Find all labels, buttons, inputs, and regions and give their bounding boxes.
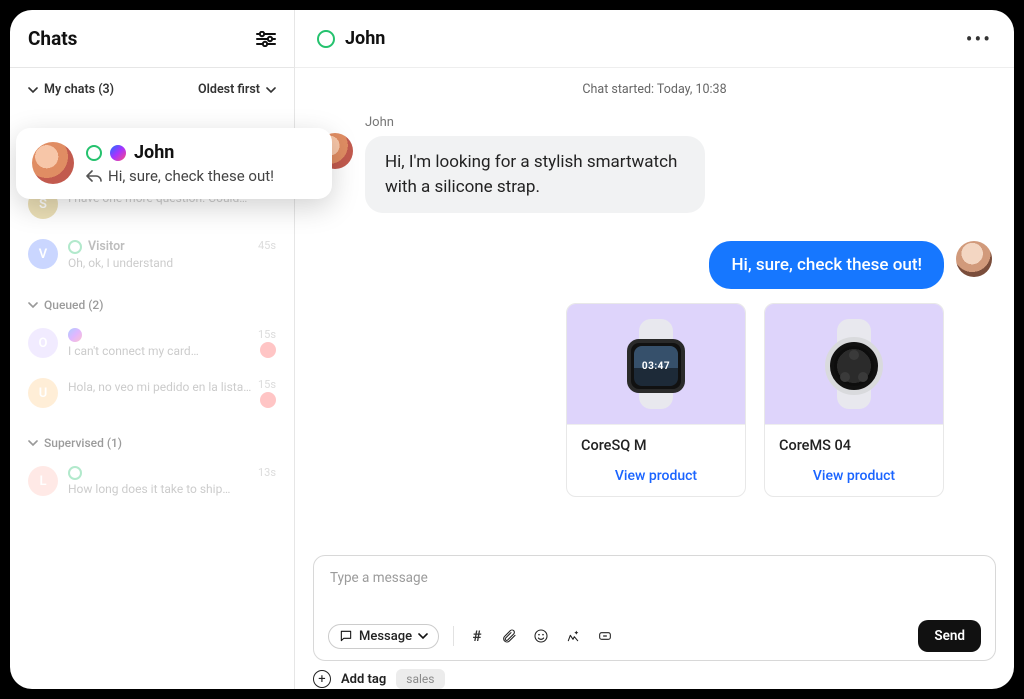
send-button[interactable]: Send <box>918 620 981 652</box>
avatar: U <box>28 378 58 408</box>
chat-time: 15s <box>258 328 276 341</box>
section-supervised-label: Supervised (1) <box>44 436 122 450</box>
message-bubble: Hi, sure, check these out! <box>709 241 944 289</box>
chat-preview: Oh, ok, I understand <box>68 256 276 270</box>
chat-time: 45s <box>258 239 276 252</box>
agent-avatar <box>956 241 992 277</box>
chat-started-label: Chat started: Today, 10:38 <box>317 82 992 97</box>
chat-title: John <box>345 28 385 49</box>
watch-time: 03:47 <box>634 346 678 386</box>
incoming-message: John Hi, I'm looking for a stylish smart… <box>317 115 992 213</box>
status-online-icon <box>68 240 82 254</box>
avatar: L <box>28 466 58 496</box>
product-carousel: 03:47 CoreSQ M View product <box>317 303 992 497</box>
add-tag-label[interactable]: Add tag <box>341 672 386 687</box>
view-product-link[interactable]: View product <box>567 458 745 496</box>
product-name: CoreMS 04 <box>765 424 943 458</box>
status-online-icon <box>317 30 335 48</box>
more-menu-button[interactable]: ••• <box>966 27 992 51</box>
chat-scroll[interactable]: Chat started: Today, 10:38 John Hi, I'm … <box>295 68 1014 543</box>
composer: Type a message Message # <box>313 555 996 661</box>
sort-toggle[interactable]: Oldest first <box>198 82 276 97</box>
sidebar: Chats My chats (3) Oldest <box>10 10 295 689</box>
composer-toolbar: Message # <box>328 620 981 652</box>
status-online-icon <box>68 466 82 480</box>
chevron-down-icon <box>28 85 38 95</box>
my-chats-label: My chats (3) <box>44 82 114 97</box>
chat-list-item[interactable]: U Hola, no veo mi pedido en la lista… 15… <box>10 368 294 418</box>
emoji-icon[interactable] <box>532 627 550 645</box>
sender-name: John <box>365 115 705 130</box>
hashtag-icon[interactable]: # <box>468 627 486 645</box>
message-input[interactable]: Type a message <box>328 566 981 620</box>
reply-icon <box>86 169 102 183</box>
chat-name: John <box>134 142 174 163</box>
messenger-icon <box>68 328 82 342</box>
chat-preview: How long does it take to ship… <box>68 482 276 496</box>
sort-label: Oldest first <box>198 82 260 97</box>
product-name: CoreSQ M <box>567 424 745 458</box>
view-product-link[interactable]: View product <box>765 458 943 496</box>
filter-icon[interactable] <box>256 31 276 47</box>
chat-time: 15s <box>258 378 276 391</box>
chat-time: 13s <box>258 466 276 479</box>
chat-main: John ••• Chat started: Today, 10:38 John… <box>295 10 1014 689</box>
sidebar-header: Chats <box>10 10 294 68</box>
chat-bubble-icon <box>339 629 353 643</box>
section-queued-toggle[interactable]: Queued (2) <box>10 280 294 318</box>
section-queued-label: Queued (2) <box>44 298 103 312</box>
message-mode-label: Message <box>359 629 412 644</box>
chevron-down-icon <box>28 438 38 448</box>
alert-badge <box>260 342 276 358</box>
ai-suggest-icon[interactable] <box>564 627 582 645</box>
attachment-icon[interactable] <box>500 627 518 645</box>
status-online-icon <box>86 145 102 161</box>
chevron-down-icon <box>28 300 38 310</box>
add-tag-row: + Add tag sales <box>313 669 996 689</box>
chat-list-item-active[interactable]: John Hi, sure, check these out! <box>16 128 332 199</box>
chevron-down-icon <box>266 85 276 95</box>
message-mode-selector[interactable]: Message <box>328 624 439 649</box>
alert-badge <box>260 392 276 408</box>
product-image: 03:47 <box>567 304 745 424</box>
divider <box>453 626 454 646</box>
chat-header: John ••• <box>295 10 1014 68</box>
sidebar-filters: My chats (3) Oldest first <box>10 68 294 107</box>
messenger-icon <box>110 145 126 161</box>
plus-icon[interactable]: + <box>313 670 331 688</box>
avatar: O <box>28 328 58 358</box>
tag-chip[interactable]: sales <box>396 669 444 689</box>
section-supervised-toggle[interactable]: Supervised (1) <box>10 418 294 456</box>
outgoing-message: Hi, sure, check these out! <box>317 241 992 289</box>
chat-list-item[interactable]: L How long does it take to ship… 13s <box>10 456 294 506</box>
chat-list-item[interactable]: V Visitor Oh, ok, I understand 45s <box>10 229 294 280</box>
canned-response-icon[interactable] <box>596 627 614 645</box>
chat-list-item[interactable]: O I can't connect my card… 15s <box>10 318 294 368</box>
sidebar-title: Chats <box>28 27 77 50</box>
avatar <box>32 142 74 184</box>
avatar: V <box>28 239 58 269</box>
message-bubble: Hi, I'm looking for a stylish smartwatch… <box>365 136 705 213</box>
chat-preview: I can't connect my card… <box>68 344 276 358</box>
chat-preview: Hola, no veo mi pedido en la lista… <box>68 380 276 394</box>
chevron-down-icon <box>418 631 428 641</box>
my-chats-toggle[interactable]: My chats (3) <box>28 82 114 97</box>
product-image <box>765 304 943 424</box>
product-card[interactable]: 03:47 CoreSQ M View product <box>566 303 746 497</box>
chat-preview: Hi, sure, check these out! <box>108 167 274 185</box>
product-card[interactable]: CoreMS 04 View product <box>764 303 944 497</box>
chat-name: Visitor <box>88 239 125 254</box>
